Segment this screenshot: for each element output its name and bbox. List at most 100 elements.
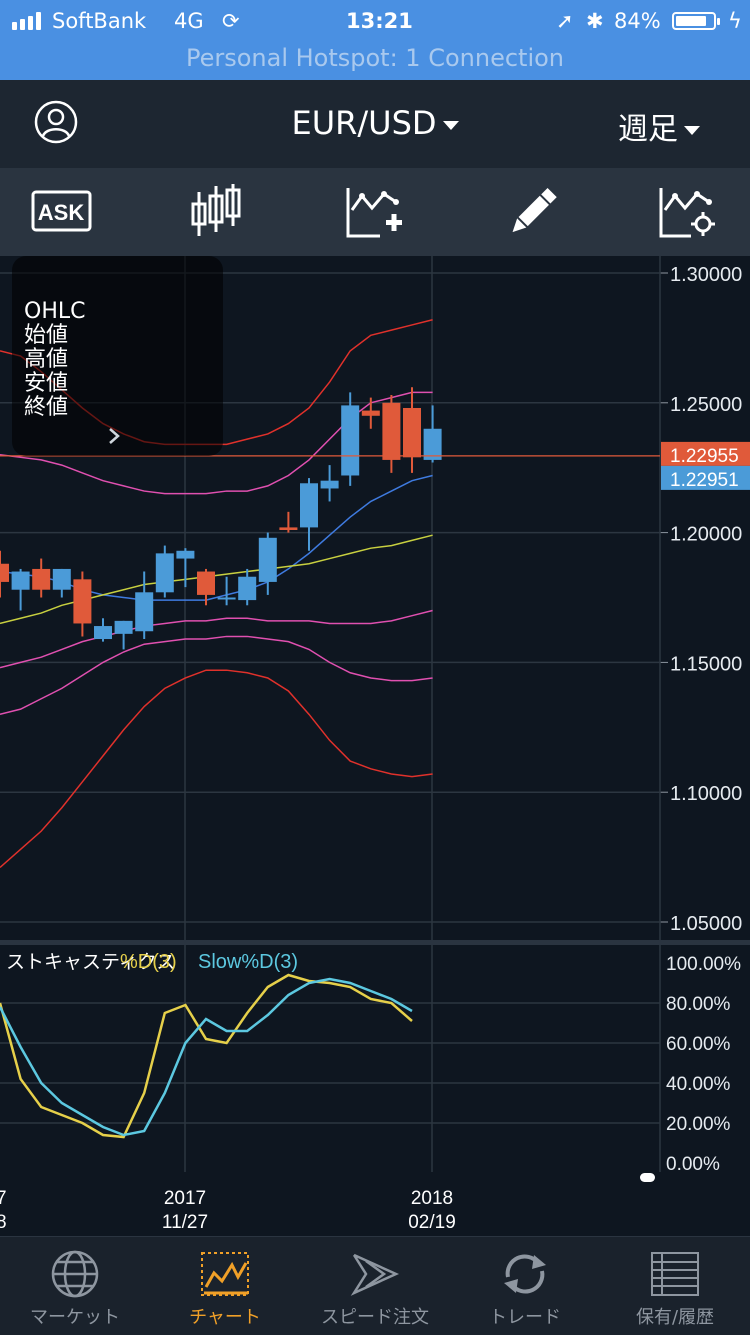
chevron-down-icon	[442, 120, 459, 130]
price-tick-label: 1.10000	[670, 783, 742, 805]
stoch-d-line	[0, 973, 413, 1139]
candle-body	[197, 571, 215, 595]
ask-icon: ASK	[31, 190, 92, 232]
price-tick-label: 1.30000	[670, 264, 742, 286]
ohlc-open-label: 始値	[24, 323, 69, 348]
candle-body	[238, 576, 257, 601]
history-icon	[651, 1252, 699, 1296]
sync-icon: ⟳	[222, 9, 240, 33]
date-day-label: 11/27	[162, 1212, 208, 1233]
price-tick-label: 1.05000	[670, 913, 742, 935]
ohlc-panel[interactable]: OHLC 始値 高値 安値 終値	[12, 256, 223, 456]
tab-market[interactable]: マーケット	[0, 1237, 150, 1335]
candle-body	[52, 568, 71, 590]
carrier-label: SoftBank	[52, 9, 147, 33]
battery-percent: 84%	[614, 9, 661, 33]
stoch-tick-label: 80.00%	[666, 994, 731, 1015]
scroll-indicator[interactable]	[640, 1173, 655, 1182]
tab-chart[interactable]: チャート	[150, 1237, 300, 1335]
chart-type-button[interactable]	[185, 182, 249, 242]
candle-body	[135, 592, 154, 632]
add-indicator-button[interactable]	[342, 182, 406, 242]
candle-body	[258, 537, 277, 582]
tab-trade[interactable]: トレード	[450, 1237, 600, 1335]
price-tick-label: 1.25000	[670, 394, 742, 416]
status-bar: SoftBank 4G ⟳ 13:21 ➚ ✱ 84% ϟ Personal H…	[0, 0, 750, 80]
stoch-slowd-legend: Slow%D(3)	[198, 951, 298, 973]
bluetooth-icon: ✱	[586, 9, 604, 33]
network-label: 4G	[174, 9, 204, 33]
tab-speed-order[interactable]: スピード注文	[300, 1237, 450, 1335]
candle-body	[217, 597, 236, 600]
candle-body	[114, 620, 133, 634]
ohlc-title: OHLC	[24, 299, 86, 324]
ask-price-label: 1.22955	[670, 446, 739, 467]
candle-body	[155, 553, 174, 593]
draw-button[interactable]	[500, 182, 564, 242]
candle-body	[11, 571, 30, 590]
candle-body	[32, 568, 51, 590]
ask-button[interactable]: ASK	[30, 182, 94, 242]
stoch-tick-label: 40.00%	[666, 1074, 731, 1095]
price-tick-label: 1.15000	[670, 653, 742, 675]
price-axis-area	[660, 256, 750, 940]
date-year-label: 2017	[164, 1188, 206, 1209]
stoch-tick-label: 60.00%	[666, 1034, 731, 1055]
tab-market-label: マーケット	[30, 1307, 120, 1328]
ohlc-close-label: 終値	[24, 395, 69, 420]
candle-body	[0, 563, 9, 582]
nav-bar: EUR/USD 週足	[0, 80, 750, 168]
tab-bar: マーケット チャート スピード注文 トレード 保有/履歴	[0, 1236, 750, 1335]
add-indicator-icon	[346, 188, 402, 238]
candle-body	[279, 527, 298, 531]
tab-speed-order-label: スピード注文	[321, 1307, 429, 1328]
date-day-label: 02/19	[408, 1212, 456, 1233]
stoch-tick-label: 20.00%	[666, 1114, 731, 1135]
speed-order-icon	[350, 1253, 400, 1296]
ohlc-high-label: 高値	[24, 347, 69, 372]
candle-body	[300, 483, 318, 528]
location-icon: ➚	[556, 9, 574, 33]
chart-settings-button[interactable]	[655, 182, 719, 242]
chart-icon	[201, 1252, 249, 1296]
date-year-label: 2018	[411, 1188, 453, 1209]
candle-body	[382, 402, 401, 460]
ask-label: ASK	[38, 200, 85, 225]
charging-icon: ϟ	[728, 9, 742, 33]
stoch-tick-label: 100.00%	[666, 954, 741, 975]
pane-separator	[0, 940, 750, 945]
tab-trade-label: トレード	[489, 1307, 561, 1328]
candlestick-icon	[191, 184, 241, 236]
candle-body	[361, 410, 380, 416]
trade-icon	[504, 1254, 546, 1294]
chart-settings-icon	[659, 188, 715, 238]
clock: 13:21	[346, 9, 413, 33]
price-tick-label: 1.20000	[670, 524, 742, 546]
period-selector[interactable]: 週足	[618, 104, 700, 148]
ohlc-low-label: 安値	[24, 371, 69, 396]
currency-pair-label: EUR/USD	[291, 104, 437, 142]
candle-body	[94, 626, 112, 640]
candle-body	[341, 405, 360, 476]
tab-history-label: 保有/履歴	[635, 1307, 715, 1328]
pencil-icon	[512, 187, 557, 233]
period-label: 週足	[618, 112, 678, 147]
date-label-partial: 8	[0, 1212, 7, 1233]
battery-icon	[672, 12, 720, 30]
candle-body	[403, 407, 421, 458]
chevron-down-icon	[684, 126, 700, 135]
candle-body	[423, 428, 442, 460]
date-label-partial: 7	[0, 1188, 7, 1209]
stoch-tick-label: 0.00%	[666, 1154, 720, 1175]
tab-history[interactable]: 保有/履歴	[600, 1237, 750, 1335]
stoch-d-legend: %D(3)	[120, 951, 177, 973]
candle-body	[320, 480, 339, 489]
candle-body	[176, 550, 195, 559]
globe-icon	[51, 1250, 99, 1298]
hotspot-banner[interactable]: Personal Hotspot: 1 Connection	[0, 44, 750, 72]
tab-chart-label: チャート	[189, 1307, 261, 1328]
bid-price-label: 1.22951	[670, 470, 739, 491]
candle-body	[73, 579, 92, 624]
chart-toolbar: ASK	[0, 168, 750, 256]
chevron-right-icon[interactable]	[106, 426, 122, 446]
